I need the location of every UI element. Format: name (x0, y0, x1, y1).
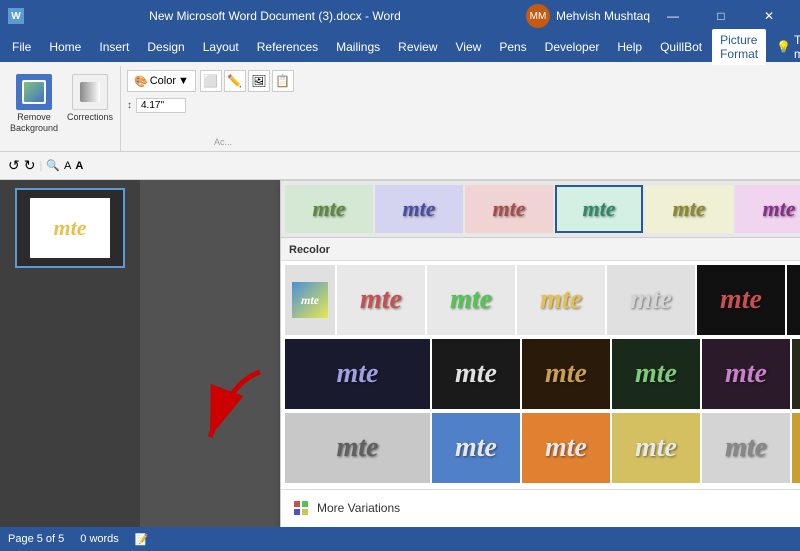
close-button[interactable]: ✕ (746, 0, 792, 32)
title-bar-app-icon: W (8, 8, 24, 24)
recolor-swatch-1-5[interactable]: mte (792, 339, 800, 409)
recolor-swatch-0-1[interactable]: mte (427, 265, 515, 335)
recolor-swatch-0-4[interactable]: mte (697, 265, 785, 335)
menu-file[interactable]: File (4, 36, 39, 58)
main-area: mte mte mte mte mte m (0, 180, 800, 527)
recolor-swatch-0-0[interactable]: mte (337, 265, 425, 335)
menu-insert[interactable]: Insert (91, 36, 137, 58)
language-icon: 📝 (135, 533, 149, 546)
recolor-swatch-1-3[interactable]: mte (612, 339, 700, 409)
ribbon-adjust-group: Remove Background Corrections (4, 66, 121, 151)
recolor-swatch-1-2[interactable]: mte (522, 339, 610, 409)
color-dropdown[interactable]: 🎨 Color ▼ (127, 70, 196, 92)
left-panel: mte (0, 180, 140, 527)
recolor-swatch-1-4[interactable]: mte (702, 339, 790, 409)
size-label: ↕ (127, 100, 132, 111)
minimize-button[interactable]: — (650, 0, 696, 32)
word-count: 0 words (80, 533, 119, 545)
text-btn[interactable]: A (75, 160, 83, 172)
height-input[interactable]: 4.17" (136, 98, 186, 113)
ribbon-icon-btn-3[interactable]: 🖼 (248, 70, 270, 92)
user-name: Mehvish Mushtaq (556, 9, 650, 23)
lightbulb-icon: 💡 (776, 40, 791, 54)
menu-quillbot[interactable]: QuillBot (652, 36, 710, 58)
recolor-row-0: mte mte mte mte mte mte (281, 261, 800, 337)
recolor-swatch-1-0[interactable]: mte (285, 339, 430, 409)
toolbar-area: ↺ ↻ | 🔍 A A (0, 152, 800, 180)
menu-view[interactable]: View (448, 36, 490, 58)
menu-more-variations[interactable]: More Variations (281, 494, 800, 522)
thumbnail-selected[interactable]: mte (15, 188, 125, 268)
page-info: Page 5 of 5 (8, 533, 64, 545)
color-row: 🎨 Color ▼ ⬜ ✏️ 🖼 📋 (127, 70, 319, 92)
menu-home[interactable]: Home (41, 36, 89, 58)
menu-design[interactable]: Design (139, 36, 192, 58)
title-bar-controls: — □ ✕ (650, 0, 792, 32)
ribbon-icon-btn-2[interactable]: ✏️ (224, 70, 246, 92)
title-bar: W New Microsoft Word Document (3).docx -… (0, 0, 800, 32)
undo-button[interactable]: ↺ (8, 157, 20, 174)
color-picker-btn[interactable]: A (64, 160, 71, 172)
status-bar: Page 5 of 5 0 words 📝 (0, 527, 800, 551)
top-preview-row: mte mte mte mte mte mte m (281, 181, 800, 238)
menu-tell-me[interactable]: 💡 Tell me (768, 29, 800, 65)
preview-swatch-0[interactable]: mte (285, 185, 373, 233)
menu-pens[interactable]: Pens (491, 36, 534, 58)
recolor-row-2: mte mte mte mte mte mte m (281, 413, 800, 485)
title-bar-user: MM Mehvish Mushtaq (526, 4, 650, 28)
ribbon-group-label-ac: Ac... (127, 137, 319, 147)
zoom-button[interactable]: 🔍 (46, 159, 60, 172)
menu-mailings[interactable]: Mailings (328, 36, 388, 58)
ribbon-icon-btn-1[interactable]: ⬜ (200, 70, 222, 92)
recolor-row-1: mte mte mte mte mte mte m (281, 339, 800, 411)
preview-swatch-1[interactable]: mte (375, 185, 463, 233)
preview-swatch-2[interactable]: mte (465, 185, 553, 233)
no-recolor-swatch[interactable]: mte (285, 265, 335, 335)
recolor-swatch-2-4[interactable]: mte (702, 413, 790, 483)
menu-picture-format[interactable]: Picture Format (712, 29, 766, 65)
menu-layout[interactable]: Layout (195, 36, 247, 58)
recolor-swatch-0-2[interactable]: mte (517, 265, 605, 335)
recolor-swatch-2-3[interactable]: mte (612, 413, 700, 483)
ribbon: Remove Background Corrections 🎨 Color ▼ … (0, 62, 800, 152)
document-area: mte mte mte mte mte mte m (140, 180, 800, 527)
avatar: MM (526, 4, 550, 28)
recolor-swatch-2-1[interactable]: mte (432, 413, 520, 483)
recolor-swatch-1-1[interactable]: mte (432, 339, 520, 409)
quick-access: ↺ ↻ | 🔍 A A (8, 157, 83, 174)
recolor-swatch-2-0[interactable]: mte (285, 413, 430, 483)
recolor-swatch-2-5[interactable]: mte (792, 413, 800, 483)
title-bar-title: New Microsoft Word Document (3).docx - W… (24, 9, 526, 23)
more-variations-label: More Variations (317, 501, 400, 515)
color-icon: 🎨 (134, 75, 148, 88)
recolor-swatch-2-2[interactable]: mte (522, 413, 610, 483)
recolor-dropdown: mte mte mte mte mte mte m (280, 180, 800, 527)
menu-review[interactable]: Review (390, 36, 445, 58)
recolor-swatch-0-5[interactable]: mte (787, 265, 800, 335)
menu-references[interactable]: References (249, 36, 326, 58)
redo-button[interactable]: ↻ (24, 157, 36, 174)
ribbon-icon-btn-4[interactable]: 📋 (272, 70, 294, 92)
size-row: ↕ 4.17" (127, 98, 319, 113)
maximize-button[interactable]: □ (698, 0, 744, 32)
corrections-button[interactable]: Corrections (64, 70, 116, 127)
corrections-label: Corrections (65, 112, 115, 123)
separator: | (39, 160, 42, 172)
menu-developer[interactable]: Developer (537, 36, 608, 58)
preview-swatch-5[interactable]: mte (735, 185, 800, 233)
divider (281, 489, 800, 490)
ribbon-color-group: 🎨 Color ▼ ⬜ ✏️ 🖼 📋 ↕ 4.17" Ac... (123, 66, 323, 151)
ribbon-icon-buttons: ⬜ ✏️ 🖼 📋 (200, 70, 294, 92)
preview-swatch-4[interactable]: mte (645, 185, 733, 233)
chevron-icon: ▼ (178, 75, 189, 87)
menu-help[interactable]: Help (609, 36, 650, 58)
remove-background-label: Remove Background (9, 112, 59, 134)
more-variations-icon (293, 500, 309, 516)
recolor-section-title: Recolor (281, 238, 800, 261)
recolor-swatch-0-3[interactable]: mte (607, 265, 695, 335)
remove-background-button[interactable]: Remove Background (8, 70, 60, 138)
preview-swatch-3[interactable]: mte (555, 185, 643, 233)
menu-bar: File Home Insert Design Layout Reference… (0, 32, 800, 62)
menu-set-transparent[interactable]: Set Transparent Color (281, 522, 800, 527)
